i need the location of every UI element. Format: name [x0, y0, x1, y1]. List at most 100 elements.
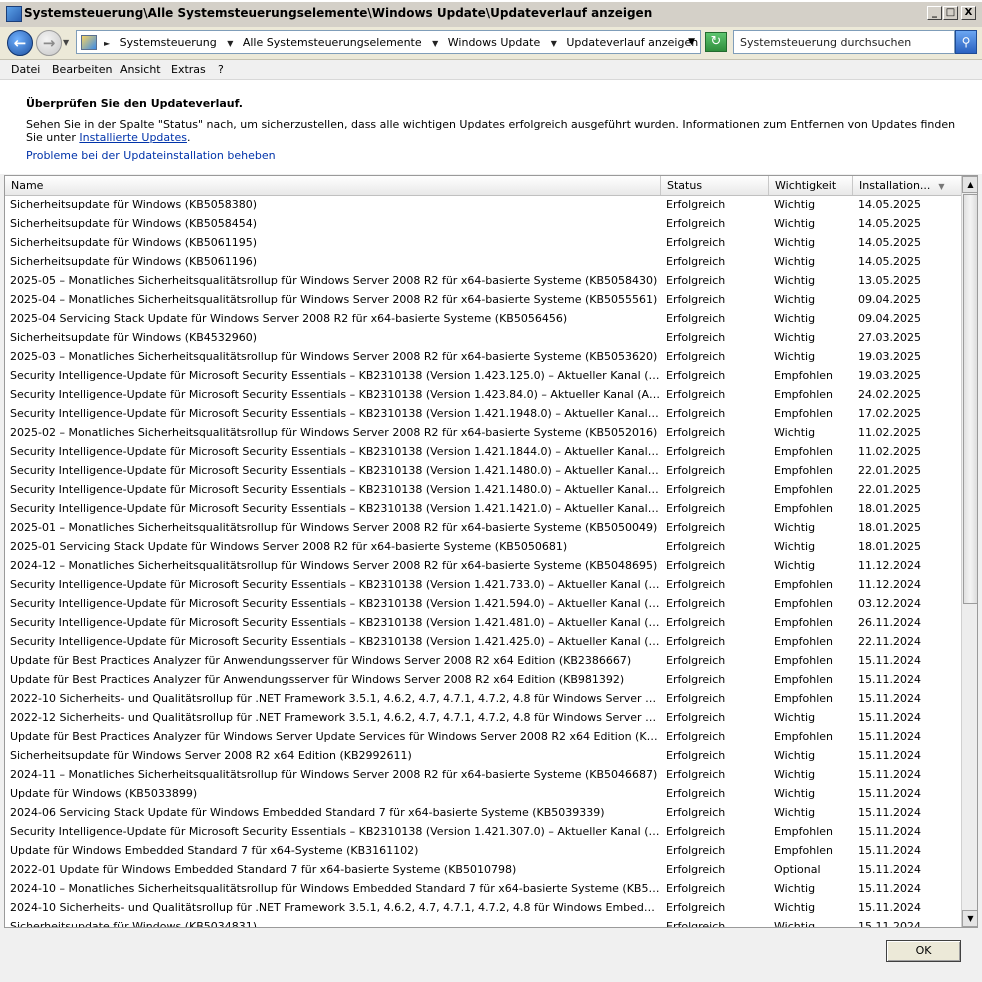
update-installation-date: 13.05.2025	[858, 274, 921, 287]
table-row[interactable]: 2025-03 – Monatliches Sicherheitsqualitä…	[5, 347, 961, 366]
update-status: Erfolgreich	[666, 787, 726, 800]
table-row[interactable]: Sicherheitsupdate für Windows (KB5061196…	[5, 252, 961, 271]
column-header-importance[interactable]: Wichtigkeit	[769, 176, 853, 195]
breadcrumb-separator-icon[interactable]: ▼	[551, 39, 557, 48]
table-row[interactable]: 2022-10 Sicherheits- und Qualitätsrollup…	[5, 689, 961, 708]
table-row[interactable]: Update für Best Practices Analyzer für A…	[5, 651, 961, 670]
search-input[interactable]: Systemsteuerung durchsuchen	[733, 30, 955, 54]
table-row[interactable]: 2025-05 – Monatliches Sicherheitsqualitä…	[5, 271, 961, 290]
table-row[interactable]: Update für Best Practices Analyzer für A…	[5, 670, 961, 689]
address-dropdown-icon[interactable]: ▼	[688, 37, 695, 47]
update-name: Sicherheitsupdate für Windows (KB5034831…	[10, 920, 258, 928]
menu-ansicht[interactable]: Ansicht	[120, 63, 161, 76]
address-field[interactable]: ► Systemsteuerung ▼ Alle Systemsteuerung…	[76, 30, 701, 54]
menu-extras[interactable]: Extras	[171, 63, 206, 76]
menu-bearbeiten[interactable]: Bearbeiten	[52, 63, 112, 76]
column-header-installation-date[interactable]: Installation... ▼	[853, 176, 961, 195]
table-row[interactable]: Security Intelligence-Update für Microso…	[5, 575, 961, 594]
table-row[interactable]: 2022-01 Update für Windows Embedded Stan…	[5, 860, 961, 879]
update-name: 2025-03 – Monatliches Sicherheitsqualitä…	[10, 350, 658, 363]
maximize-button[interactable]: □	[943, 6, 958, 20]
column-header-status[interactable]: Status	[661, 176, 769, 195]
table-row[interactable]: 2022-12 Sicherheits- und Qualitätsrollup…	[5, 708, 961, 727]
update-status: Erfolgreich	[666, 711, 726, 724]
update-importance: Empfohlen	[774, 369, 834, 382]
table-row[interactable]: Update für Windows Embedded Standard 7 f…	[5, 841, 961, 860]
table-row[interactable]: Security Intelligence-Update für Microso…	[5, 632, 961, 651]
menu-help[interactable]: ?	[218, 63, 224, 76]
scroll-up-button[interactable]: ▲	[962, 176, 977, 193]
table-row[interactable]: 2025-04 – Monatliches Sicherheitsqualitä…	[5, 290, 961, 309]
search-button[interactable]: ⚲	[955, 30, 977, 54]
update-name: Security Intelligence-Update für Microso…	[10, 578, 661, 591]
update-importance: Empfohlen	[774, 673, 834, 686]
update-importance: Wichtig	[774, 255, 816, 268]
update-status: Erfolgreich	[666, 578, 726, 591]
update-installation-date: 09.04.2025	[858, 312, 921, 325]
table-row[interactable]: Security Intelligence-Update für Microso…	[5, 366, 961, 385]
update-status: Erfolgreich	[666, 350, 726, 363]
breadcrumb-item-update-history[interactable]: Updateverlauf anzeigen	[566, 36, 698, 49]
scroll-thumb[interactable]	[963, 194, 977, 604]
table-row[interactable]: Security Intelligence-Update für Microso…	[5, 404, 961, 423]
table-row[interactable]: 2024-10 – Monatliches Sicherheitsqualitä…	[5, 879, 961, 898]
recent-pages-dropdown-icon[interactable]: ▼	[63, 38, 69, 47]
update-name: Sicherheitsupdate für Windows Server 200…	[10, 749, 412, 762]
table-row[interactable]: Sicherheitsupdate für Windows (KB5058380…	[5, 195, 961, 214]
table-row[interactable]: Update für Best Practices Analyzer für W…	[5, 727, 961, 746]
breadcrumb-separator-icon[interactable]: ►	[104, 39, 110, 48]
table-row[interactable]: Sicherheitsupdate für Windows (KB5058454…	[5, 214, 961, 233]
table-row[interactable]: Security Intelligence-Update für Microso…	[5, 613, 961, 632]
column-header-installation-label: Installation...	[859, 179, 931, 192]
update-status: Erfolgreich	[666, 407, 726, 420]
vertical-scrollbar[interactable]: ▲ ▼	[961, 176, 977, 927]
table-row[interactable]: Security Intelligence-Update für Microso…	[5, 461, 961, 480]
table-row[interactable]: Sicherheitsupdate für Windows Server 200…	[5, 746, 961, 765]
update-importance: Empfohlen	[774, 578, 834, 591]
ok-button[interactable]: OK	[886, 940, 961, 962]
table-row[interactable]: Security Intelligence-Update für Microso…	[5, 822, 961, 841]
table-row[interactable]: 2024-12 – Monatliches Sicherheitsqualitä…	[5, 556, 961, 575]
table-row[interactable]: Sicherheitsupdate für Windows (KB5061195…	[5, 233, 961, 252]
update-installation-date: 15.11.2024	[858, 882, 921, 895]
update-installation-date: 14.05.2025	[858, 217, 921, 230]
breadcrumb-separator-icon[interactable]: ▼	[432, 39, 438, 48]
table-row[interactable]: 2024-06 Servicing Stack Update für Windo…	[5, 803, 961, 822]
table-row[interactable]: Security Intelligence-Update für Microso…	[5, 594, 961, 613]
breadcrumb-separator-icon[interactable]: ▼	[227, 39, 233, 48]
update-importance: Empfohlen	[774, 597, 834, 610]
control-panel-icon	[6, 6, 22, 22]
table-row[interactable]: Security Intelligence-Update für Microso…	[5, 499, 961, 518]
menu-datei[interactable]: Datei	[11, 63, 40, 76]
breadcrumb-item-systemsteuerung[interactable]: Systemsteuerung	[120, 36, 217, 49]
troubleshoot-link[interactable]: Probleme bei der Updateinstallation behe…	[26, 149, 276, 162]
table-row[interactable]: Sicherheitsupdate für Windows (KB5034831…	[5, 917, 961, 928]
table-row[interactable]: Sicherheitsupdate für Windows (KB4532960…	[5, 328, 961, 347]
update-installation-date: 11.12.2024	[858, 578, 921, 591]
table-row[interactable]: 2025-01 – Monatliches Sicherheitsqualitä…	[5, 518, 961, 537]
column-header-name[interactable]: Name	[5, 176, 661, 195]
update-importance: Empfohlen	[774, 407, 834, 420]
update-installation-date: 11.02.2025	[858, 445, 921, 458]
close-button[interactable]: X	[961, 6, 976, 20]
scroll-down-button[interactable]: ▼	[962, 910, 977, 927]
update-installation-date: 15.11.2024	[858, 654, 921, 667]
update-name: 2024-11 – Monatliches Sicherheitsqualitä…	[10, 768, 658, 781]
breadcrumb-item-all-elements[interactable]: Alle Systemsteuerungselemente	[243, 36, 422, 49]
minimize-button[interactable]: _	[927, 6, 942, 20]
installed-updates-link[interactable]: Installierte Updates	[79, 131, 187, 144]
table-row[interactable]: 2025-02 – Monatliches Sicherheitsqualitä…	[5, 423, 961, 442]
table-row[interactable]: 2024-10 Sicherheits- und Qualitätsrollup…	[5, 898, 961, 917]
forward-button[interactable]: →	[36, 30, 62, 56]
table-row[interactable]: Update für Windows (KB5033899) Erfolgreic…	[5, 784, 961, 803]
table-row[interactable]: 2025-04 Servicing Stack Update für Windo…	[5, 309, 961, 328]
refresh-button[interactable]: ↻	[705, 32, 727, 52]
breadcrumb-item-windows-update[interactable]: Windows Update	[448, 36, 540, 49]
update-importance: Wichtig	[774, 711, 816, 724]
table-row[interactable]: Security Intelligence-Update für Microso…	[5, 480, 961, 499]
table-row[interactable]: 2024-11 – Monatliches Sicherheitsqualitä…	[5, 765, 961, 784]
back-button[interactable]: ←	[7, 30, 33, 56]
table-row[interactable]: Security Intelligence-Update für Microso…	[5, 385, 961, 404]
table-row[interactable]: Security Intelligence-Update für Microso…	[5, 442, 961, 461]
table-row[interactable]: 2025-01 Servicing Stack Update für Windo…	[5, 537, 961, 556]
